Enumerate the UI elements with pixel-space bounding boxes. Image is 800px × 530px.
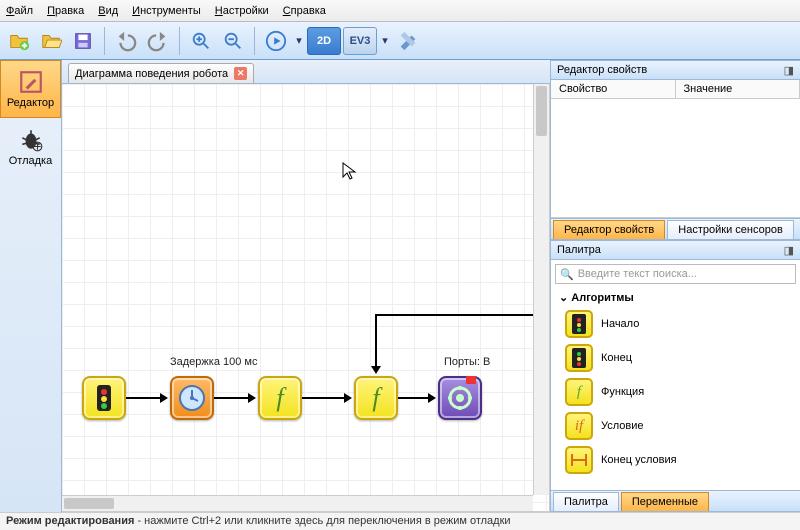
target-ev3-button[interactable]: EV3: [343, 27, 377, 55]
run-dropdown[interactable]: ▾: [293, 34, 305, 47]
property-panel-header: Редактор свойств ◨: [551, 60, 800, 80]
property-table[interactable]: Свойство Значение: [551, 80, 800, 218]
search-placeholder: Введите текст поиска...: [578, 268, 697, 280]
menu-edit[interactable]: Правка: [47, 5, 84, 17]
menu-view[interactable]: Вид: [98, 5, 118, 17]
palette-item-end-condition[interactable]: Конец условия: [551, 443, 800, 477]
vertical-scrollbar[interactable]: [533, 84, 549, 495]
status-hint: - нажмите Ctrl+2 или кликните здесь для …: [134, 515, 510, 527]
undo-button[interactable]: [111, 26, 141, 56]
tab-sensor-settings[interactable]: Настройки сенсоров: [667, 220, 794, 239]
menu-tools[interactable]: Инструменты: [132, 5, 201, 17]
document-tab-label: Диаграмма поведения робота: [75, 68, 228, 80]
left-tab-bar: Редактор Отладка: [0, 60, 62, 512]
diagram-canvas[interactable]: Задержка 100 мс Порты: B f f: [62, 84, 550, 512]
property-panel-title: Редактор свойств: [557, 64, 647, 76]
horizontal-scrollbar[interactable]: [62, 495, 533, 511]
palette-search-input[interactable]: 🔍 Введите текст поиска...: [555, 264, 796, 284]
zoom-out-button[interactable]: [218, 26, 248, 56]
tab-property-editor[interactable]: Редактор свойств: [553, 220, 665, 239]
status-bar[interactable]: Режим редактирования - нажмите Ctrl+2 ил…: [0, 512, 800, 530]
palette-item-condition[interactable]: if Условие: [551, 409, 800, 443]
save-button[interactable]: [68, 26, 98, 56]
mode-2d-button[interactable]: 2D: [307, 27, 341, 55]
menu-bar: Файл Правка Вид Инструменты Настройки Сп…: [0, 0, 800, 22]
settings-button[interactable]: [393, 26, 423, 56]
menu-file[interactable]: Файл: [6, 5, 33, 17]
palette-item-function[interactable]: f Функция: [551, 375, 800, 409]
right-panel: Редактор свойств ◨ Свойство Значение Ред…: [550, 60, 800, 512]
node-motor[interactable]: [438, 376, 482, 420]
new-button[interactable]: [4, 26, 34, 56]
toolbar: ▾ 2D EV3 ▾: [0, 22, 800, 60]
mouse-cursor-icon: [342, 162, 358, 187]
node-delay[interactable]: [170, 376, 214, 420]
redo-button[interactable]: [143, 26, 173, 56]
palette-tabs: Палитра Переменные: [551, 490, 800, 512]
bug-icon: [18, 127, 44, 153]
tab-editor[interactable]: Редактор: [0, 60, 61, 118]
panel-undock-icon-2[interactable]: ◨: [784, 244, 794, 257]
palette-item-start[interactable]: Начало: [551, 307, 800, 341]
open-button[interactable]: [36, 26, 66, 56]
menu-help[interactable]: Справка: [283, 5, 326, 17]
palette-body: 🔍 Введите текст поиска... ⌄ Алгоритмы На…: [551, 260, 800, 490]
panel-undock-icon[interactable]: ◨: [784, 64, 794, 77]
document-tab[interactable]: Диаграмма поведения робота ✕: [68, 63, 254, 83]
palette-item-end[interactable]: Конец: [551, 341, 800, 375]
palette-category-algorithms[interactable]: ⌄ Алгоритмы: [551, 288, 800, 307]
tab-debug[interactable]: Отладка: [0, 118, 61, 176]
chevron-down-icon: ⌄: [559, 292, 568, 304]
canvas-area: Диаграмма поведения робота ✕ Задержка 10…: [62, 60, 550, 512]
node-label-delay: Задержка 100 мс: [170, 356, 257, 368]
property-col-value: Значение: [676, 80, 800, 98]
palette-panel-title: Палитра: [557, 244, 601, 256]
palette-panel-header: Палитра ◨: [551, 240, 800, 260]
node-function-1[interactable]: f: [258, 376, 302, 420]
tab-variables[interactable]: Переменные: [621, 492, 709, 511]
node-label-ports: Порты: B: [444, 356, 490, 368]
search-icon: 🔍: [560, 268, 574, 281]
run-button[interactable]: [261, 26, 291, 56]
document-tab-strip: Диаграмма поведения робота ✕: [62, 60, 550, 84]
zoom-in-button[interactable]: [186, 26, 216, 56]
tab-palette[interactable]: Палитра: [553, 492, 619, 511]
node-start[interactable]: [82, 376, 126, 420]
menu-settings[interactable]: Настройки: [215, 5, 269, 17]
tab-debug-label: Отладка: [9, 155, 52, 167]
target-dropdown[interactable]: ▾: [379, 34, 391, 47]
close-icon[interactable]: ✕: [234, 67, 247, 80]
tab-editor-label: Редактор: [7, 97, 54, 109]
property-tabs: Редактор свойств Настройки сенсоров: [551, 218, 800, 240]
node-function-2[interactable]: f: [354, 376, 398, 420]
status-mode: Режим редактирования: [6, 515, 134, 527]
edit-icon: [18, 69, 44, 95]
property-col-name: Свойство: [551, 80, 676, 98]
